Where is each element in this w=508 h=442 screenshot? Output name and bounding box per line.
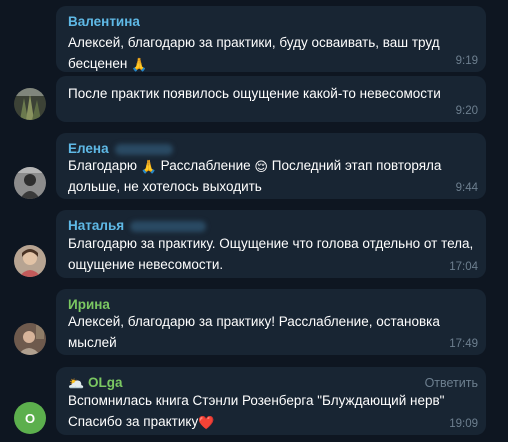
message-time: 17:04: [449, 261, 478, 273]
relieved-face-icon: 😌: [254, 159, 268, 174]
message-line: Алексей, благодарю за практики, буду осв…: [68, 35, 440, 50]
sender-name[interactable]: OLga: [88, 375, 123, 390]
reply-button[interactable]: Ответить: [425, 375, 478, 391]
red-heart-icon: ❤️: [198, 415, 215, 430]
message-text: Алексей, благодарю за практики, буду осв…: [68, 32, 474, 74]
message-line: мыслей: [68, 335, 117, 350]
user-avatar[interactable]: O: [14, 402, 46, 434]
avatar-initial: O: [24, 410, 36, 426]
woman-photo-icon: [14, 245, 46, 277]
sender-name[interactable]: Наталья: [68, 218, 124, 233]
hidden-surname: [114, 143, 173, 155]
user-avatar[interactable]: [14, 88, 46, 120]
message-line: После практик появилось ощущение какой-т…: [68, 86, 441, 101]
sun-behind-cloud-icon: 🌥️: [68, 376, 85, 391]
message-line: дольше, не хотелось выходить: [68, 179, 262, 194]
message-line: Спасибо за практику❤️: [68, 414, 215, 430]
person-photo-icon: [14, 323, 46, 355]
hidden-surname: [130, 220, 207, 232]
message-text: Вспомнилась книга Стэнли Розенберга "Блу…: [68, 390, 474, 432]
praying-hands-icon: 🙏: [131, 57, 148, 72]
message-time: 9:19: [455, 55, 478, 67]
message-text: Благодарю за практику. Ощущение что голо…: [68, 233, 474, 275]
praying-hands-icon: 🙏: [140, 159, 157, 174]
message-bubble[interactable]: После практик появилось ощущение какой-т…: [56, 76, 486, 122]
user-avatar[interactable]: [14, 245, 46, 277]
message-text: После практик появилось ощущение какой-т…: [68, 83, 474, 104]
sender-name[interactable]: Валентина: [68, 13, 140, 31]
message-bubble[interactable]: Валентина Алексей, благодарю за практики…: [56, 6, 486, 72]
message-bubble[interactable]: Ирина Алексей, благодарю за практику! Ра…: [56, 289, 486, 355]
message-line: Благодарю 🙏 Расслабление 😌 Последний эта…: [68, 158, 442, 174]
message-bubble[interactable]: 🌥️ OLga Ответить Вспомнилась книга Стэнл…: [56, 367, 486, 435]
message-line: Алексей, благодарю за практику! Расслабл…: [68, 314, 440, 329]
plant-photo-icon: [14, 88, 46, 120]
message-time: 9:44: [455, 182, 478, 194]
message-bubble[interactable]: Наталья Благодарю за практику. Ощущение …: [56, 210, 486, 278]
message-line: ощущение невесомости.: [68, 257, 224, 272]
message-time: 17:49: [449, 338, 478, 350]
message-line: Вспомнилась книга Стэнли Розенберга "Блу…: [68, 393, 445, 408]
message-time: 9:20: [455, 105, 478, 117]
sender-name[interactable]: Елена: [68, 141, 109, 156]
message-text: Алексей, благодарю за практику! Расслабл…: [68, 311, 474, 353]
message-time: 19:09: [449, 418, 478, 430]
message-line: Благодарю за практику. Ощущение что голо…: [68, 236, 474, 251]
message-bubble[interactable]: Елена Благодарю 🙏 Расслабление 😌 Последн…: [56, 133, 486, 199]
user-avatar[interactable]: [14, 323, 46, 355]
message-text: Благодарю 🙏 Расслабление 😌 Последний эта…: [68, 155, 474, 197]
chat-history: Валентина Алексей, благодарю за практики…: [0, 0, 508, 442]
user-avatar[interactable]: [14, 167, 46, 199]
message-line: бесценен 🙏: [68, 56, 148, 72]
bw-photo-icon: [14, 167, 46, 199]
